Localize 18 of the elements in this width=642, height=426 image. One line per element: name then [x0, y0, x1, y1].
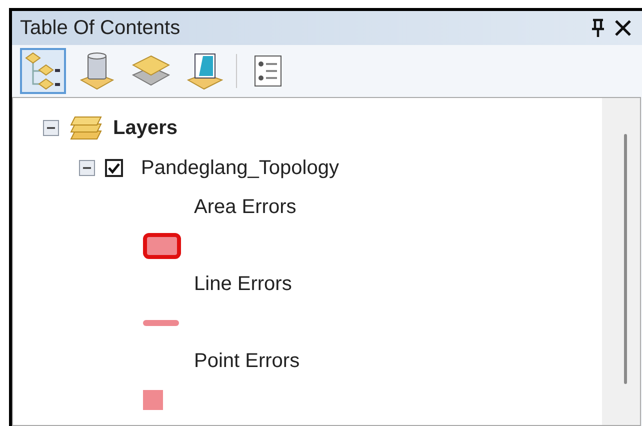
area-symbol-icon: [143, 233, 181, 259]
collapse-button[interactable]: [79, 160, 95, 176]
scrollbar-thumb[interactable]: [624, 134, 626, 384]
legend-label: Point Errors: [194, 350, 300, 373]
layer-label[interactable]: Pandeglang_Topology: [141, 156, 339, 180]
group-label[interactable]: Layers: [113, 116, 178, 140]
layer-checkbox[interactable]: [105, 159, 123, 177]
layers-list-icon: [25, 52, 61, 90]
legend-label: Area Errors: [194, 196, 296, 219]
point-symbol-icon: [143, 390, 163, 410]
line-symbol-icon: [143, 320, 179, 326]
panel-title: Table Of Contents: [20, 16, 182, 40]
legend-label: Line Errors: [194, 273, 292, 296]
layer-selection-icon: [187, 52, 223, 90]
options-list-icon: [253, 54, 283, 88]
database-icon: [80, 52, 114, 90]
layers-icon: [69, 115, 103, 141]
collapse-button[interactable]: [43, 120, 59, 136]
